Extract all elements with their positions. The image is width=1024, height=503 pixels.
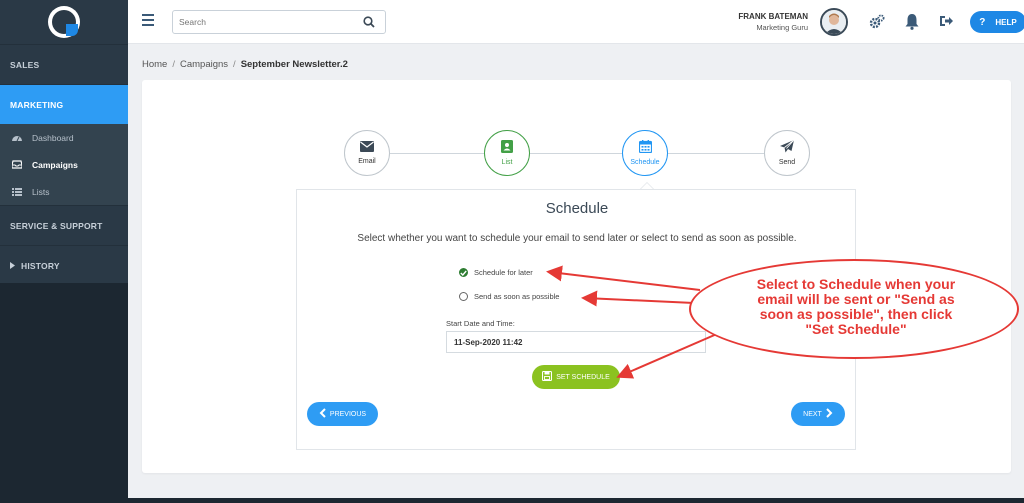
search-box <box>172 10 386 34</box>
chevron-right-icon <box>826 408 833 420</box>
sidebar-item-campaigns[interactable]: Campaigns <box>0 151 128 178</box>
inbox-icon <box>12 160 22 170</box>
step-connector <box>390 153 486 154</box>
logo-mark <box>48 6 80 38</box>
sidebar-section-sales[interactable]: SALES <box>0 44 128 84</box>
step-connector <box>668 153 764 154</box>
previous-button[interactable]: PREVIOUS <box>307 402 378 426</box>
annotation-line: email will be sent or "Send as <box>757 291 955 307</box>
help-label: HELP <box>995 17 1017 27</box>
breadcrumb: Home / Campaigns / September Newsletter.2 <box>142 59 348 70</box>
option-schedule-later[interactable]: Schedule for later <box>459 268 533 277</box>
bell-icon[interactable] <box>904 13 922 31</box>
search-input[interactable] <box>179 12 349 32</box>
step-label: List <box>501 159 513 166</box>
datetime-label: Start Date and Time: <box>446 319 515 328</box>
footer-strip <box>128 498 1024 503</box>
step-list[interactable]: List <box>484 130 530 176</box>
set-schedule-button[interactable]: SET SCHEDULE <box>532 365 620 389</box>
paper-plane-icon <box>780 139 795 156</box>
breadcrumb-separator: / <box>233 59 236 70</box>
next-label: NEXT <box>803 410 822 418</box>
chevron-left-icon <box>319 408 326 420</box>
breadcrumb-home[interactable]: Home <box>142 59 167 70</box>
annotation-line: "Set Schedule" <box>805 321 907 337</box>
sidebar-item-lists[interactable]: Lists <box>0 178 128 205</box>
question-icon: ? <box>979 16 986 28</box>
active-step-pointer <box>640 182 654 189</box>
annotation-text: Select to Schedule when your email will … <box>691 277 1021 337</box>
sidebar-item-label: Campaigns <box>32 159 78 170</box>
avatar[interactable] <box>820 8 848 36</box>
option-label: Schedule for later <box>474 268 533 277</box>
contact-book-icon <box>501 140 513 156</box>
sidebar-section-marketing[interactable]: MARKETING <box>0 84 128 124</box>
breadcrumb-current: September Newsletter.2 <box>240 59 348 70</box>
hamburger-menu-icon[interactable] <box>142 14 156 28</box>
radio-unchecked-icon[interactable] <box>459 292 468 301</box>
step-label: Email <box>358 158 376 165</box>
envelope-icon <box>360 141 374 155</box>
sidebar-section-label: HISTORY <box>21 260 60 271</box>
panel-title: Schedule <box>545 200 609 217</box>
sidebar: SALES MARKETING Dashboard Campaigns List… <box>0 0 128 503</box>
annotation-callout: Select to Schedule when your email will … <box>689 259 1019 359</box>
option-label: Send as soon as possible <box>474 292 560 301</box>
sidebar-item-label: Lists <box>32 186 50 197</box>
help-button[interactable]: ? HELP <box>970 11 1024 33</box>
sidebar-section-history[interactable]: HISTORY <box>0 245 128 285</box>
save-disk-icon <box>542 370 553 383</box>
step-email[interactable]: Email <box>344 130 390 176</box>
set-schedule-label: SET SCHEDULE <box>556 373 610 381</box>
breadcrumb-separator: / <box>172 59 175 70</box>
gears-icon[interactable] <box>868 13 886 31</box>
user-role: Marketing Guru <box>756 23 808 32</box>
caret-right-icon <box>10 261 15 271</box>
dashboard-icon <box>12 133 22 143</box>
step-send[interactable]: Send <box>764 130 810 176</box>
previous-label: PREVIOUS <box>329 410 367 418</box>
topbar: FRANK BATEMAN Marketing Guru ? HELP <box>128 0 1024 44</box>
calendar-icon <box>638 140 652 156</box>
list-icon <box>12 187 22 197</box>
option-send-asap[interactable]: Send as soon as possible <box>459 292 559 301</box>
user-info: FRANK BATEMAN Marketing Guru <box>738 12 808 32</box>
sidebar-section-service-support[interactable]: SERVICE & SUPPORT <box>0 205 128 245</box>
step-label: Send <box>778 159 796 166</box>
next-button[interactable]: NEXT <box>791 402 845 426</box>
user-name: FRANK BATEMAN <box>738 12 808 21</box>
panel-description: Select whether you want to schedule your… <box>357 233 797 244</box>
radio-checked-icon[interactable] <box>459 268 468 277</box>
step-connector <box>530 153 622 154</box>
breadcrumb-campaigns[interactable]: Campaigns <box>180 59 228 70</box>
marketing-submenu: Dashboard Campaigns Lists <box>0 124 128 205</box>
sidebar-item-dashboard[interactable]: Dashboard <box>0 124 128 151</box>
search-icon[interactable] <box>363 16 375 31</box>
sidebar-item-label: Dashboard <box>32 132 74 143</box>
step-schedule[interactable]: Schedule <box>622 130 668 176</box>
datetime-input[interactable]: 11-Sep-2020 11:42 <box>446 331 706 353</box>
logout-icon[interactable] <box>938 13 956 31</box>
annotation-line: soon as possible", then click <box>759 306 953 322</box>
app-logo[interactable] <box>0 0 128 44</box>
step-label: Schedule <box>630 159 660 166</box>
sidebar-footer <box>0 283 128 503</box>
annotation-line: Select to Schedule when your <box>756 276 956 292</box>
